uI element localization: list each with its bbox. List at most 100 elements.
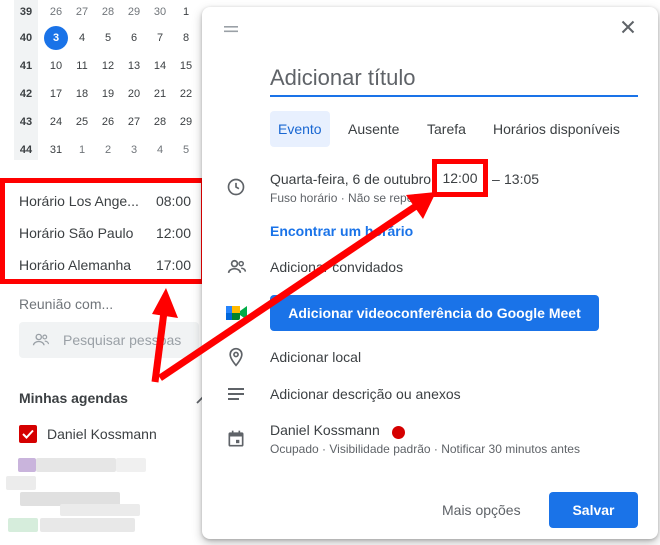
mini-calendar-day[interactable]: 1: [174, 0, 198, 24]
blurred-entry: [18, 458, 36, 472]
timezone-name: Horário Los Ange...: [19, 193, 139, 209]
timezone-row: Horário Alemanha 17:00: [19, 249, 191, 281]
my-calendars-heading[interactable]: Minhas agendas: [19, 390, 128, 406]
mini-calendar-day[interactable]: 26: [44, 0, 68, 24]
mini-calendar-day[interactable]: 18: [70, 82, 94, 106]
mini-calendar-day[interactable]: 5: [174, 138, 198, 162]
people-search-input[interactable]: Pesquisar pessoas: [19, 322, 199, 358]
mini-calendar-week-row: 39 26 27 28 29 30 1: [0, 0, 200, 28]
mini-calendar-day[interactable]: 28: [148, 110, 172, 134]
calendar-icon: [226, 429, 246, 454]
blurred-entry: [36, 458, 116, 472]
timezone-row: Horário São Paulo 12:00: [19, 217, 191, 249]
event-date[interactable]: Quarta-feira, 6 de outubro: [270, 171, 431, 187]
mini-calendar-day[interactable]: 21: [148, 82, 172, 106]
calendar-owner[interactable]: Daniel Kossmann: [270, 422, 380, 438]
blurred-entry: [8, 518, 38, 532]
mini-calendar-day[interactable]: 13: [122, 54, 146, 78]
mini-calendar-day[interactable]: 5: [96, 26, 120, 50]
mini-calendar-day[interactable]: 30: [148, 0, 172, 24]
mini-calendar-day[interactable]: 20: [122, 82, 146, 106]
mini-calendar-day[interactable]: 12: [96, 54, 120, 78]
event-title-input[interactable]: [270, 61, 638, 97]
mini-calendar-day[interactable]: 25: [70, 110, 94, 134]
timezone-name: Horário Alemanha: [19, 257, 132, 273]
mini-calendar-day[interactable]: 31: [44, 138, 68, 162]
mini-calendar-week-row: 40 3 4 5 6 7 8: [0, 26, 200, 54]
mini-calendar-day[interactable]: 6: [122, 26, 146, 50]
blurred-entry: [60, 504, 140, 516]
event-status-info[interactable]: Ocupado · Visibilidade padrão · Notifica…: [270, 442, 580, 456]
mini-calendar-day[interactable]: 3: [122, 138, 146, 162]
calendar-name: Daniel Kossmann: [47, 426, 157, 442]
end-time[interactable]: 13:05: [504, 171, 539, 187]
world-clock-panel: Horário Los Ange... 08:00 Horário São Pa…: [0, 178, 206, 284]
mini-calendar-day[interactable]: 27: [122, 110, 146, 134]
timezone-name: Horário São Paulo: [19, 225, 134, 241]
people-search-icon: [31, 331, 51, 354]
mini-calendar-day[interactable]: 4: [148, 138, 172, 162]
mini-calendar-week-row: 42 17 18 19 20 21 22: [0, 82, 200, 110]
mini-calendar-day[interactable]: 2: [96, 138, 120, 162]
event-quick-create-dialog: Evento Ausente Tarefa Horários disponíve…: [202, 7, 658, 539]
week-number[interactable]: 42: [14, 82, 38, 110]
tab-out-of-office[interactable]: Ausente: [340, 111, 407, 147]
add-google-meet-button[interactable]: Adicionar videoconferência do Google Mee…: [270, 295, 599, 331]
mini-calendar-day[interactable]: 11: [70, 54, 94, 78]
week-number[interactable]: 43: [14, 110, 38, 138]
mini-calendar-day[interactable]: 29: [174, 110, 198, 134]
week-number[interactable]: 44: [14, 138, 38, 166]
notes-icon: [226, 386, 246, 407]
mini-calendar-day[interactable]: 7: [148, 26, 172, 50]
timezone-recurrence-info[interactable]: Fuso horário · Não se repete: [270, 191, 423, 205]
mini-calendar-day[interactable]: 29: [122, 0, 146, 24]
mini-calendar-day[interactable]: 17: [44, 82, 68, 106]
timezone-time: 08:00: [155, 193, 191, 209]
tab-event[interactable]: Evento: [270, 111, 330, 147]
mini-calendar-day[interactable]: 24: [44, 110, 68, 134]
add-description[interactable]: Adicionar descrição ou anexos: [270, 386, 461, 402]
checkbox-checked-icon[interactable]: [19, 425, 37, 443]
timezone-row: Horário Los Ange... 08:00: [19, 185, 191, 217]
mini-calendar-day[interactable]: 8: [174, 26, 198, 50]
timezone-time: 17:00: [155, 257, 191, 273]
mini-calendar-day[interactable]: 28: [96, 0, 120, 24]
clock-icon: [226, 177, 246, 202]
mini-calendar-day[interactable]: 15: [174, 54, 198, 78]
mini-calendar-week-row: 44 31 1 2 3 4 5: [0, 138, 200, 166]
google-meet-icon: [226, 304, 248, 327]
mini-calendar-day[interactable]: 3: [44, 26, 68, 50]
people-icon: [226, 257, 248, 282]
more-options-button[interactable]: Mais opções: [442, 502, 521, 518]
find-time-link[interactable]: Encontrar um horário: [270, 223, 413, 239]
blurred-entry: [116, 458, 146, 472]
mini-calendar-day[interactable]: 26: [96, 110, 120, 134]
mini-calendar-day[interactable]: 1: [70, 138, 94, 162]
add-guests[interactable]: Adicionar convidados: [270, 259, 403, 275]
mini-calendar-day[interactable]: 10: [44, 54, 68, 78]
close-icon[interactable]: [616, 15, 640, 39]
mini-calendar-week-row: 43 24 25 26 27 28 29: [0, 110, 200, 138]
save-button[interactable]: Salvar: [549, 492, 638, 528]
add-location[interactable]: Adicionar local: [270, 349, 361, 365]
mini-calendar-day[interactable]: 27: [70, 0, 94, 24]
start-time[interactable]: 12:00: [432, 159, 488, 197]
week-number[interactable]: 41: [14, 54, 38, 82]
week-number[interactable]: 40: [14, 26, 38, 54]
calendar-color-dot: [392, 426, 405, 439]
drag-handle-icon[interactable]: [224, 21, 238, 39]
mini-calendar-week-row: 41 10 11 12 13 14 15: [0, 54, 200, 82]
timezone-time: 12:00: [155, 225, 191, 241]
mini-calendar-day[interactable]: 4: [70, 26, 94, 50]
mini-calendar-day[interactable]: 14: [148, 54, 172, 78]
location-pin-icon: [226, 346, 246, 373]
blurred-entry: [40, 518, 135, 532]
tab-task[interactable]: Tarefa: [419, 111, 474, 147]
tab-appointment-slots[interactable]: Horários disponíveis: [485, 111, 628, 147]
people-search-placeholder: Pesquisar pessoas: [63, 332, 182, 348]
blurred-entry: [6, 476, 36, 490]
week-number[interactable]: 39: [14, 0, 38, 28]
time-separator: –: [492, 171, 500, 187]
mini-calendar-day[interactable]: 22: [174, 82, 198, 106]
mini-calendar-day[interactable]: 19: [96, 82, 120, 106]
